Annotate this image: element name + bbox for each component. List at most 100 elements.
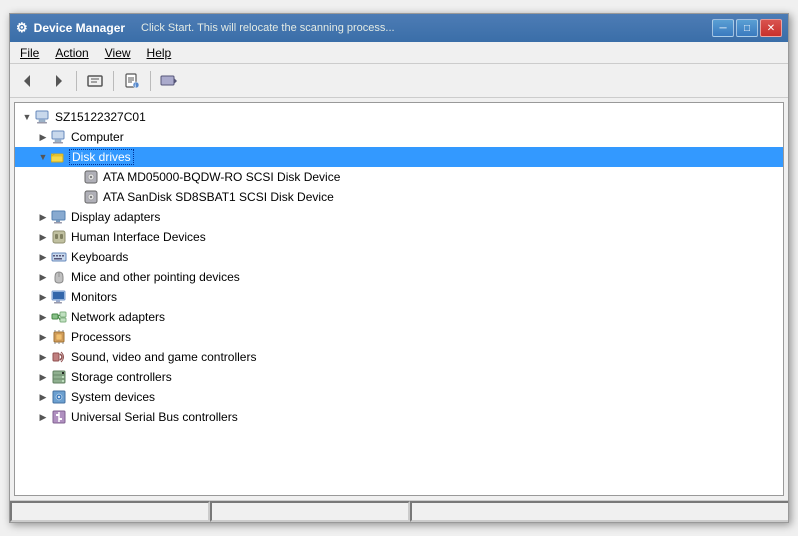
hid-label: Human Interface Devices [69,230,208,244]
disk-drives-icon [51,149,67,165]
monitors-label: Monitors [69,290,119,304]
expand-root[interactable]: ▼ [19,109,35,125]
tree-item-usb[interactable]: ▶ Universal Serial Bus controllers [15,407,783,427]
menu-file[interactable]: File [12,42,47,63]
tree-item-root[interactable]: ▼ SZ15122327C01 [15,107,783,127]
processor-icon [51,329,67,345]
device-manager-window: ⚙ Device Manager Click Start. This will … [9,13,789,523]
menu-file-label: File [20,46,39,60]
show-hidden-icon [86,73,104,89]
system-label: System devices [69,390,157,404]
title-bar-left: ⚙ Device Manager Click Start. This will … [16,20,395,36]
status-pane-1 [10,501,210,522]
expand-keyboards[interactable]: ▶ [35,249,51,265]
tree-item-computer[interactable]: ▶ Computer [15,127,783,147]
close-button[interactable]: ✕ [760,19,782,37]
back-button[interactable] [14,68,42,94]
status-pane-3 [410,501,788,522]
tree-item-sound[interactable]: ▶ Sound, video and game controllers [15,347,783,367]
tree-item-hid[interactable]: ▶ Human Interface Devices [15,227,783,247]
display-label: Display adapters [69,210,162,224]
forward-button[interactable] [44,68,72,94]
disk1-icon [83,169,99,185]
processors-label: Processors [69,330,133,344]
display-icon [51,209,67,225]
expand-computer[interactable]: ▶ [35,129,51,145]
computer-label: Computer [69,130,126,144]
window-icon: ⚙ [16,20,28,36]
disk2-label: ATA SanDisk SD8SBAT1 SCSI Disk Device [101,190,336,204]
tree-item-mice[interactable]: ▶ Mice and other pointing devices [15,267,783,287]
window-title: Device Manager [34,21,125,35]
computer-icon [35,109,51,125]
properties-button[interactable]: i [118,68,146,94]
toolbar-separator-1 [76,71,77,91]
usb-label: Universal Serial Bus controllers [69,410,240,424]
toolbar-separator-3 [150,71,151,91]
tree-item-disk1[interactable]: ▶ ATA MD05000-BQDW-RO SCSI Disk Device [15,167,783,187]
expand-storage[interactable]: ▶ [35,369,51,385]
menu-view-label: View [105,46,131,60]
expand-network[interactable]: ▶ [35,309,51,325]
sound-icon [51,349,67,365]
root-label: SZ15122327C01 [53,110,148,124]
back-icon [20,73,36,89]
update-driver-button[interactable] [155,68,183,94]
title-buttons: ─ □ ✕ [712,19,782,37]
title-bar: ⚙ Device Manager Click Start. This will … [10,14,788,42]
menu-bar: File Action View Help [10,42,788,64]
window-notice: Click Start. This will relocate the scan… [141,22,395,34]
minimize-button[interactable]: ─ [712,19,734,37]
show-hidden-button[interactable] [81,68,109,94]
tree-item-display[interactable]: ▶ Display adapters [15,207,783,227]
expand-usb[interactable]: ▶ [35,409,51,425]
keyboard-icon [51,249,67,265]
menu-action-label: Action [55,46,88,60]
expand-mice[interactable]: ▶ [35,269,51,285]
menu-help-label: Help [147,46,172,60]
network-label: Network adapters [69,310,167,324]
usb-icon [51,409,67,425]
expand-hid[interactable]: ▶ [35,229,51,245]
tree-view[interactable]: ▼ SZ15122327C01 ▶ Computer [14,102,784,496]
status-bar [10,500,788,522]
tree-item-monitors[interactable]: ▶ Monitors [15,287,783,307]
monitors-icon [51,289,67,305]
mice-icon [51,269,67,285]
storage-label: Storage controllers [69,370,174,384]
tree-item-storage[interactable]: ▶ Storage controllers [15,367,783,387]
update-driver-icon [160,73,178,89]
hid-icon [51,229,67,245]
system-icon [51,389,67,405]
tree-item-disk-drives[interactable]: ▼ Disk drives [15,147,783,167]
menu-help[interactable]: Help [139,42,180,63]
properties-icon: i [124,73,140,89]
disk1-label: ATA MD05000-BQDW-RO SCSI Disk Device [101,170,342,184]
storage-icon [51,369,67,385]
maximize-button[interactable]: □ [736,19,758,37]
mice-label: Mice and other pointing devices [69,270,242,284]
toolbar-separator-2 [113,71,114,91]
expand-display[interactable]: ▶ [35,209,51,225]
computer-node-icon [51,129,67,145]
sound-label: Sound, video and game controllers [69,350,258,364]
menu-view[interactable]: View [97,42,139,63]
tree-item-disk2[interactable]: ▶ ATA SanDisk SD8SBAT1 SCSI Disk Device [15,187,783,207]
menu-action[interactable]: Action [47,42,96,63]
expand-sound[interactable]: ▶ [35,349,51,365]
expand-disk-drives[interactable]: ▼ [35,149,51,165]
keyboards-label: Keyboards [69,250,130,264]
toolbar: i [10,64,788,98]
status-pane-2 [210,501,410,522]
forward-icon [50,73,66,89]
expand-monitors[interactable]: ▶ [35,289,51,305]
disk2-icon [83,189,99,205]
tree-item-keyboards[interactable]: ▶ Keyboards [15,247,783,267]
tree-item-network[interactable]: ▶ Network adapters [15,307,783,327]
expand-processors[interactable]: ▶ [35,329,51,345]
expand-system[interactable]: ▶ [35,389,51,405]
network-icon [51,309,67,325]
disk-drives-label: Disk drives [69,149,134,165]
tree-item-processors[interactable]: ▶ Processors [15,327,783,347]
tree-item-system[interactable]: ▶ System devices [15,387,783,407]
